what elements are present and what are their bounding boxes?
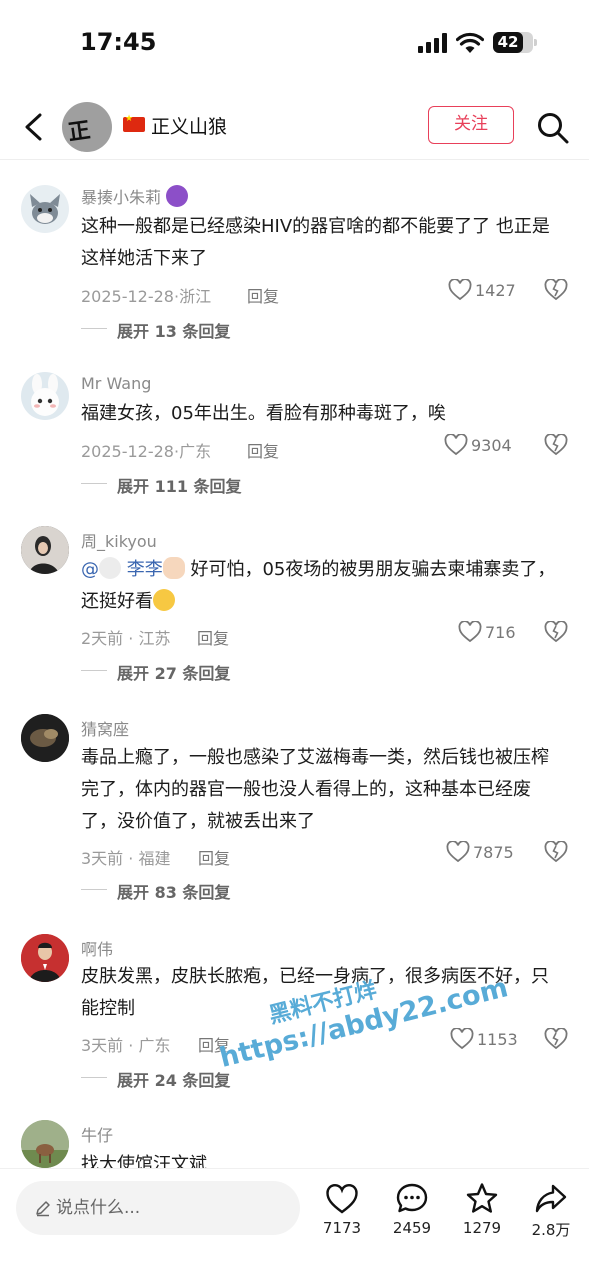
dislike-button[interactable] xyxy=(544,433,568,456)
comment-input-box[interactable] xyxy=(16,1181,300,1235)
nav-bar: 正义 正义山狼 关注 xyxy=(0,94,589,160)
cellular-signal-icon xyxy=(418,33,447,53)
heart-icon xyxy=(446,840,470,863)
share-action-count: 2.8万 xyxy=(531,1221,571,1239)
dislike-heart-icon xyxy=(544,620,568,643)
like-count: 9304 xyxy=(471,435,512,455)
bottom-action-bar: 7173 2459 1279 2.8万 xyxy=(0,1168,589,1280)
commenter-avatar[interactable] xyxy=(21,1120,69,1168)
comment-text: 毒品上瘾了，一般也感染了艾滋梅毒一类，然后钱也被压榨完了，体内的器官一般也没人看… xyxy=(81,747,549,832)
like-action-button[interactable]: 7173 xyxy=(312,1181,372,1237)
battery-level: 42 xyxy=(493,32,523,53)
devil-emoji-icon xyxy=(166,185,189,207)
comment-text: @ 李李 好可怕，05夜场的被男朋友骗去柬埔寨卖了，还挺好看 xyxy=(81,557,556,612)
favorite-action-count: 1279 xyxy=(462,1219,502,1237)
divider-line xyxy=(81,483,107,484)
commenter-avatar[interactable] xyxy=(21,934,69,982)
wifi-icon xyxy=(456,32,484,53)
commenter-name[interactable]: 猜窝座 xyxy=(81,716,129,740)
dislike-heart-icon xyxy=(544,433,568,456)
reply-button[interactable]: 回复 xyxy=(247,438,279,462)
comment-text: 福建女孩，05年出生。看脸有那种毒斑了，唉 xyxy=(81,403,446,424)
comment-meta: 2天前 · 江苏 xyxy=(81,629,171,648)
comment-action-count: 2459 xyxy=(392,1219,432,1237)
heart-icon xyxy=(448,278,472,301)
dark-avatar-icon xyxy=(21,714,69,762)
share-arrow-icon xyxy=(535,1184,567,1213)
bunny-avatar-icon xyxy=(31,374,59,416)
star-icon xyxy=(466,1183,498,1213)
like-button[interactable]: 1153 xyxy=(450,1027,518,1050)
like-button[interactable]: 7875 xyxy=(446,840,514,863)
commenter-avatar[interactable] xyxy=(21,526,69,574)
commenter-name[interactable]: 暴揍小朱莉 xyxy=(81,184,189,208)
person-avatar-icon xyxy=(21,526,69,574)
dislike-button[interactable] xyxy=(544,620,568,643)
avatar-logo-glyph: 正义 xyxy=(66,117,96,152)
commenter-avatar[interactable] xyxy=(21,714,69,762)
mention-link[interactable]: @ 李李 xyxy=(81,557,163,580)
man-avatar-icon xyxy=(21,934,69,982)
like-button[interactable]: 1427 xyxy=(448,278,516,301)
like-count: 1153 xyxy=(477,1029,518,1049)
commenter-name[interactable]: Mr Wang xyxy=(81,374,151,393)
commenter-avatar[interactable] xyxy=(21,185,69,233)
comment-meta: 2025-12-28·浙江 xyxy=(81,287,212,306)
back-arrow-icon[interactable] xyxy=(18,110,50,144)
status-time: 17:45 xyxy=(80,28,157,56)
reply-button[interactable]: 回复 xyxy=(247,283,279,307)
comment-meta: 2025-12-28·广东 xyxy=(81,442,212,461)
deer-avatar-icon xyxy=(21,1120,69,1168)
bunny-emoji-icon xyxy=(99,557,121,579)
heart-icon xyxy=(444,433,468,456)
divider-line xyxy=(81,670,107,671)
dislike-heart-icon xyxy=(544,840,568,863)
divider-line xyxy=(81,328,107,329)
favorite-action-button[interactable]: 1279 xyxy=(452,1181,512,1237)
like-count: 7875 xyxy=(473,842,514,862)
status-bar: 17:45 42 xyxy=(0,0,589,88)
divider-line xyxy=(81,1077,107,1078)
sweat-smile-emoji-icon xyxy=(153,589,175,611)
like-button[interactable]: 9304 xyxy=(444,433,512,456)
comment-meta: 3天前 · 广东 xyxy=(81,1036,171,1055)
comment-meta: 3天前 · 福建 xyxy=(81,849,171,868)
share-action-button[interactable]: 2.8万 xyxy=(521,1181,581,1240)
reply-button[interactable]: 回复 xyxy=(198,845,230,869)
pencil-icon xyxy=(36,1201,50,1217)
dislike-button[interactable] xyxy=(544,1027,568,1050)
hand-emoji-icon xyxy=(162,557,185,579)
like-action-count: 7173 xyxy=(322,1219,362,1237)
dislike-heart-icon xyxy=(544,1027,568,1050)
follow-button[interactable]: 关注 xyxy=(428,106,514,144)
china-flag-icon xyxy=(123,114,145,132)
heart-icon xyxy=(450,1027,474,1050)
commenter-avatar[interactable] xyxy=(21,372,69,420)
cat-avatar-icon xyxy=(30,194,60,224)
heart-icon xyxy=(458,620,482,643)
comment-input[interactable] xyxy=(56,1195,276,1221)
search-icon[interactable] xyxy=(536,111,570,145)
heart-icon xyxy=(326,1183,358,1214)
battery-icon: 42 xyxy=(493,32,537,53)
dislike-heart-icon xyxy=(544,278,568,301)
dislike-button[interactable] xyxy=(544,840,568,863)
commenter-name[interactable]: 啊伟 xyxy=(81,936,113,960)
author-name[interactable]: 正义山狼 xyxy=(151,112,227,139)
like-button[interactable]: 716 xyxy=(458,620,516,643)
comment-bubble-icon xyxy=(396,1183,428,1213)
author-avatar[interactable]: 正义 xyxy=(62,102,112,152)
like-count: 716 xyxy=(485,622,516,642)
reply-button[interactable]: 回复 xyxy=(197,625,229,649)
comment-text: 这种一般都是已经感染HIV的器官啥的都不能要了了 也正是这样她活下来了 xyxy=(81,216,550,269)
comment-action-button[interactable]: 2459 xyxy=(382,1181,442,1237)
divider-line xyxy=(81,889,107,890)
commenter-name[interactable]: 牛仔 xyxy=(81,1122,113,1146)
dislike-button[interactable] xyxy=(544,278,568,301)
like-count: 1427 xyxy=(475,280,516,300)
commenter-name[interactable]: 周_kikyou xyxy=(81,528,157,552)
